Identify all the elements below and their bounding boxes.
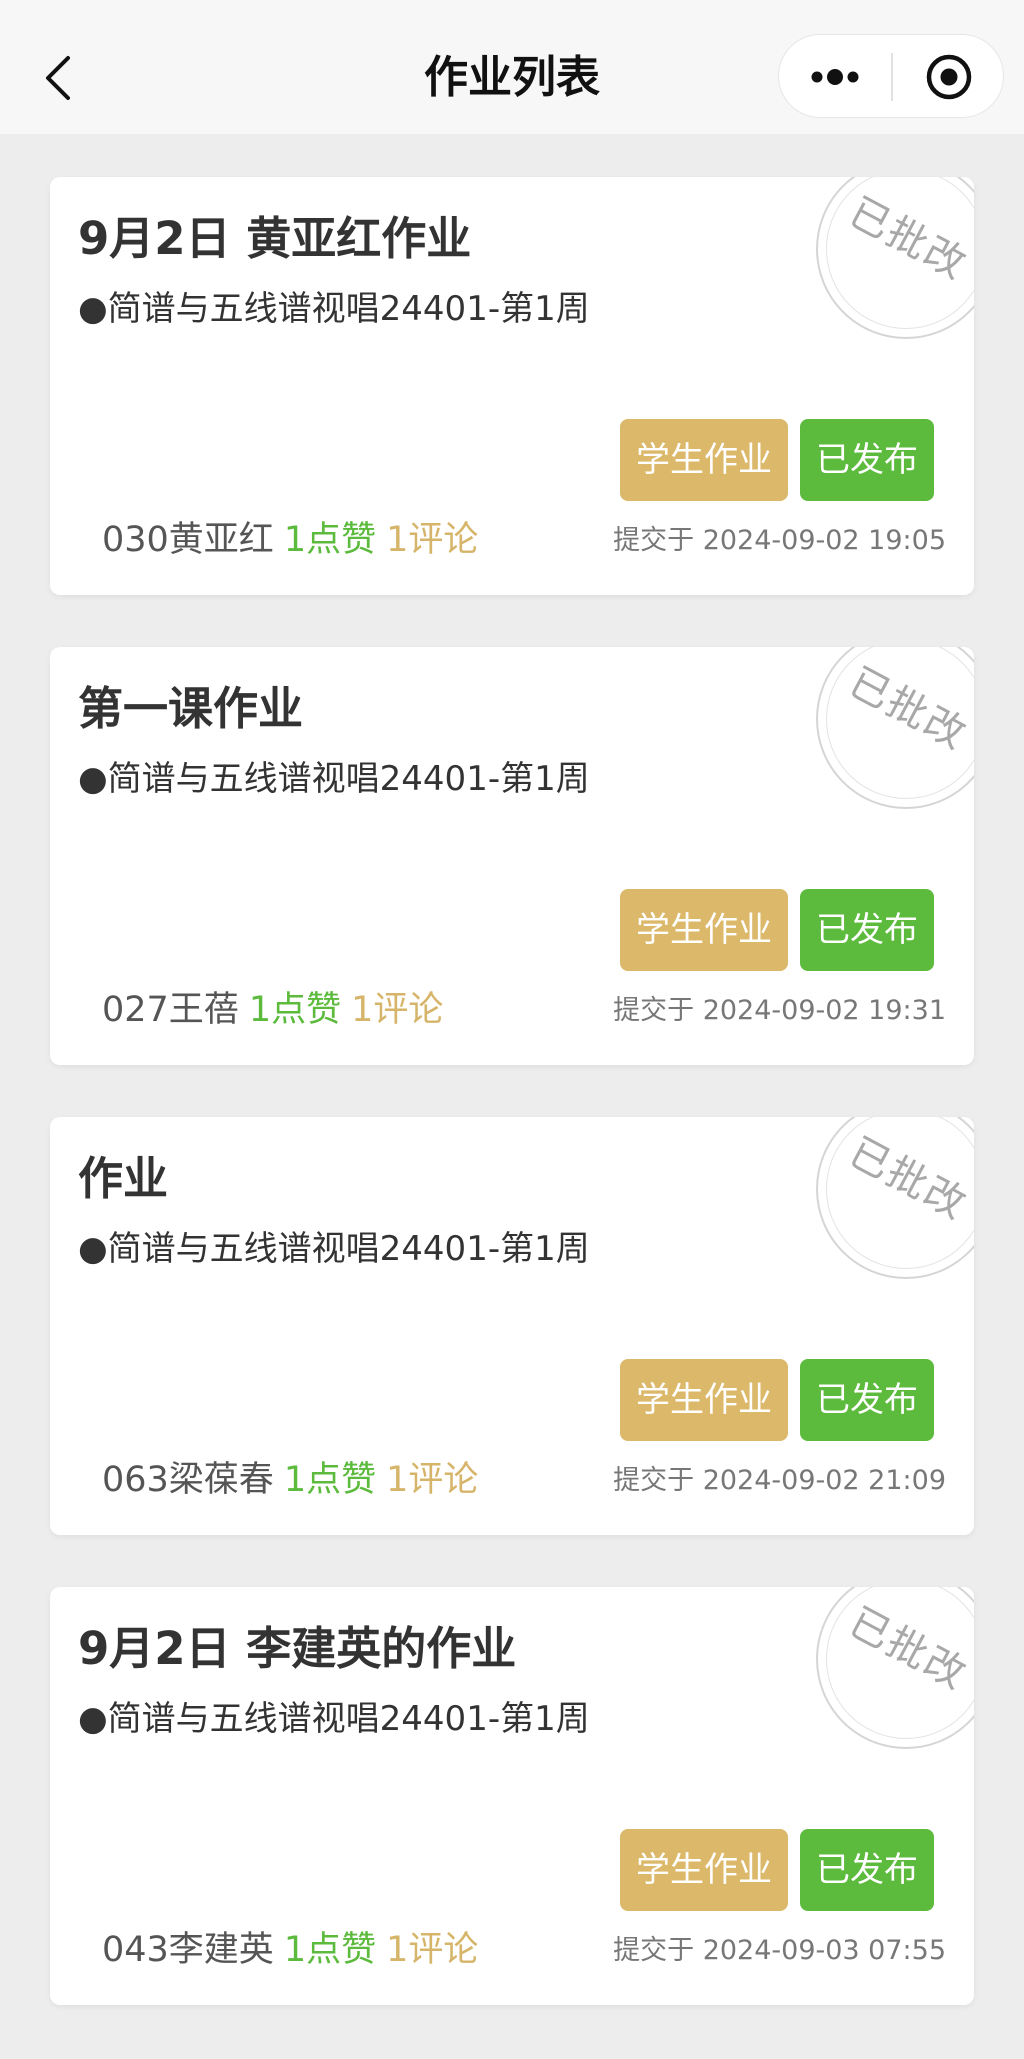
card-meta: 063梁葆春 1点赞 1评论 bbox=[102, 1455, 478, 1505]
card-meta: 027王蓓 1点赞 1评论 bbox=[102, 985, 443, 1035]
student-homework-button[interactable]: 学生作业 bbox=[620, 1359, 788, 1441]
student-homework-button[interactable]: 学生作业 bbox=[620, 1829, 788, 1911]
graded-stamp: 已批改 bbox=[816, 1587, 974, 1749]
homework-title: 作业 bbox=[78, 1152, 169, 1205]
submitted-time: 提交于 2024-09-02 21:09 bbox=[613, 1465, 946, 1496]
homework-card[interactable]: 9月2日 李建英的作业 ●简谱与五线谱视唱24401-第1周 已批改 学生作业 … bbox=[50, 1587, 974, 2005]
course-label: ●简谱与五线谱视唱24401-第1周 bbox=[78, 289, 590, 329]
card-meta: 030黄亚红 1点赞 1评论 bbox=[102, 515, 478, 565]
homework-card[interactable]: 作业 ●简谱与五线谱视唱24401-第1周 已批改 学生作业 已发布 063梁葆… bbox=[50, 1117, 974, 1535]
graded-stamp: 已批改 bbox=[816, 1117, 974, 1279]
homework-title: 9月2日 李建英的作业 bbox=[78, 1622, 517, 1675]
student-homework-button[interactable]: 学生作业 bbox=[620, 889, 788, 971]
likes-count: 1点赞 bbox=[248, 990, 342, 1030]
published-button[interactable]: 已发布 bbox=[800, 1359, 934, 1441]
student-name: 027王蓓 bbox=[102, 990, 239, 1030]
published-button[interactable]: 已发布 bbox=[800, 1829, 934, 1911]
homework-title: 第一课作业 bbox=[78, 682, 304, 735]
course-label: ●简谱与五线谱视唱24401-第1周 bbox=[78, 759, 590, 799]
comments-count: 1评论 bbox=[386, 520, 479, 560]
student-homework-button[interactable]: 学生作业 bbox=[620, 419, 788, 501]
published-button[interactable]: 已发布 bbox=[800, 889, 934, 971]
homework-title: 9月2日 黄亚红作业 bbox=[78, 212, 472, 265]
student-name: 043李建英 bbox=[102, 1930, 274, 1970]
student-name: 063梁葆春 bbox=[102, 1460, 274, 1500]
more-dots-icon[interactable] bbox=[807, 57, 863, 97]
submitted-time: 提交于 2024-09-03 07:55 bbox=[613, 1935, 946, 1966]
course-label: ●简谱与五线谱视唱24401-第1周 bbox=[78, 1699, 590, 1739]
capsule-divider bbox=[891, 53, 893, 101]
graded-stamp: 已批改 bbox=[816, 647, 974, 809]
likes-count: 1点赞 bbox=[283, 520, 377, 560]
published-button[interactable]: 已发布 bbox=[800, 419, 934, 501]
comments-count: 1评论 bbox=[386, 1460, 479, 1500]
submitted-time: 提交于 2024-09-02 19:05 bbox=[613, 525, 946, 556]
card-meta: 043李建英 1点赞 1评论 bbox=[102, 1925, 478, 1975]
submitted-time: 提交于 2024-09-02 19:31 bbox=[613, 995, 946, 1026]
comments-count: 1评论 bbox=[386, 1930, 479, 1970]
navigation-bar: 作业列表 bbox=[0, 0, 1024, 134]
mini-program-capsule bbox=[778, 34, 1004, 118]
target-circle-icon[interactable] bbox=[923, 51, 975, 103]
graded-stamp: 已批改 bbox=[816, 177, 974, 339]
likes-count: 1点赞 bbox=[283, 1460, 377, 1500]
likes-count: 1点赞 bbox=[283, 1930, 377, 1970]
homework-card[interactable]: 第一课作业 ●简谱与五线谱视唱24401-第1周 已批改 学生作业 已发布 02… bbox=[50, 647, 974, 1065]
student-name: 030黄亚红 bbox=[102, 520, 274, 560]
homework-card[interactable]: 9月2日 黄亚红作业 ●简谱与五线谱视唱24401-第1周 已批改 学生作业 已… bbox=[50, 177, 974, 595]
comments-count: 1评论 bbox=[351, 990, 444, 1030]
course-label: ●简谱与五线谱视唱24401-第1周 bbox=[78, 1229, 590, 1269]
